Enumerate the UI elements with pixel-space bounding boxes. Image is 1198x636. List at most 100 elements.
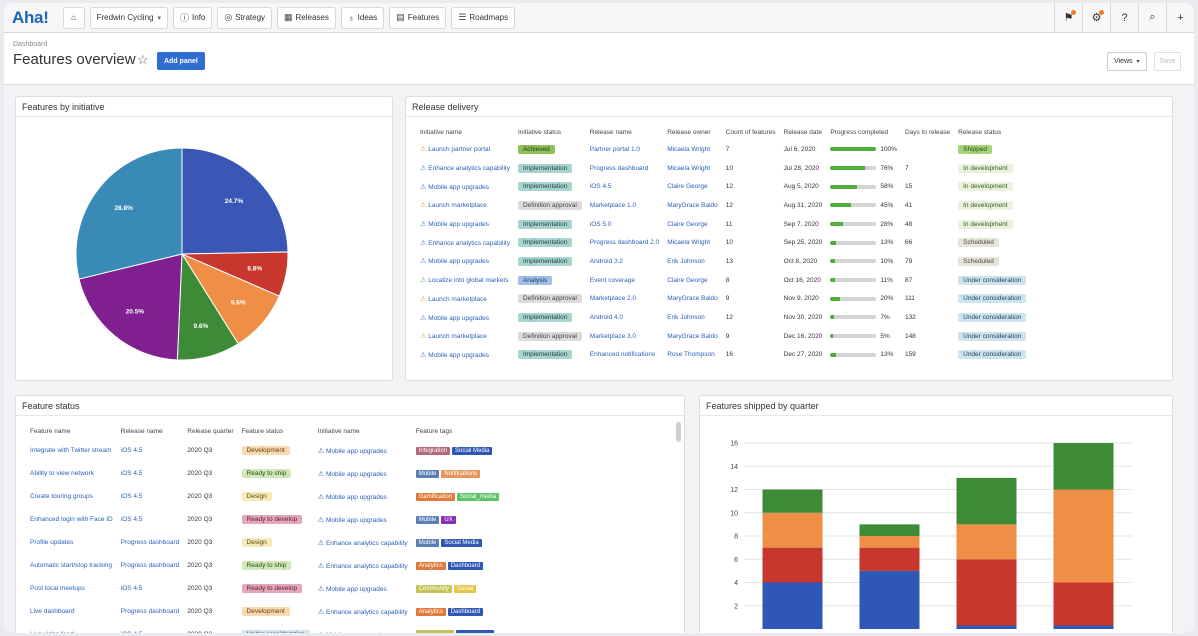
feature-link[interactable]: Ability to view network [30,470,94,477]
bar-segment[interactable] [1053,443,1114,490]
column-header[interactable]: Initiative name [416,124,514,140]
release-link[interactable]: Progress dashboard [121,608,180,615]
feature-tag[interactable]: Social Media [441,538,482,547]
owner-link[interactable]: Micaela Wright [667,146,710,153]
nav-features[interactable]: ▤ Features [389,6,447,29]
release-link[interactable]: iOS 4.5 [121,516,143,523]
column-header[interactable]: Initiative status [514,124,586,140]
initiative-link[interactable]: Enhance analytics capability [326,609,408,616]
bar-segment[interactable] [859,536,920,548]
feature-tag[interactable]: Social Media [452,446,493,455]
initiative-link[interactable]: Mobile app upgrades [428,184,489,191]
column-header[interactable]: Release date [780,124,827,140]
initiative-link[interactable]: Mobile app upgrades [428,258,489,265]
bar-segment[interactable] [1053,582,1114,626]
bar-segment[interactable] [762,547,823,583]
home-button[interactable]: ⌂ [62,6,85,29]
initiative-link[interactable]: Mobile app upgrades [428,315,489,322]
feature-link[interactable]: Profile updates [30,539,73,546]
column-header[interactable]: Release name [117,423,184,439]
initiative-link[interactable]: Launch marketplace [428,202,487,209]
feature-tag[interactable]: Analytics [415,607,446,616]
bar-segment[interactable] [956,524,1017,560]
initiative-link[interactable]: Enhance analytics capability [326,563,408,570]
release-link[interactable]: Partner portal 1.0 [590,146,640,153]
feature-tag[interactable]: Community [415,584,453,593]
nav-info[interactable]: ⓘ Info [173,6,213,29]
feature-tag[interactable]: Dashboard [447,607,484,616]
initiative-link[interactable]: Mobile app upgrades [428,352,489,359]
column-header[interactable]: Feature status [238,423,314,439]
initiative-link[interactable]: Enhance analytics capability [326,540,408,547]
column-header[interactable]: Release owner [663,124,722,140]
owner-link[interactable]: Claire George [667,183,707,190]
owner-link[interactable]: Rose Thompson [667,351,715,358]
initiative-link[interactable]: Mobile app upgrades [326,471,387,478]
release-link[interactable]: iOS 5.0 [590,221,612,228]
feature-tag[interactable] [415,629,454,633]
initiative-link[interactable]: Launch partner portal [428,146,490,153]
star-icon[interactable]: ☆ [137,52,149,68]
release-link[interactable]: Marketplace 3.0 [590,333,636,340]
initiative-link[interactable]: Enhance analytics capability [428,240,510,247]
release-link[interactable]: Progress dashboard [590,165,649,172]
column-header[interactable]: Feature tags [412,423,505,439]
release-link[interactable]: iOS 4.5 [121,447,143,454]
release-link[interactable]: iOS 4.5 [121,585,143,592]
save-button[interactable]: Save [1154,52,1181,71]
bar-segment[interactable] [956,477,1017,525]
column-header[interactable]: Progress completed [826,124,901,140]
bar-segment[interactable] [762,582,823,630]
initiative-link[interactable]: Mobile app upgrades [326,448,387,455]
initiative-link[interactable]: Mobile app upgrades [326,586,387,593]
owner-link[interactable]: Claire George [667,221,707,228]
bar-segment[interactable] [956,625,1017,629]
column-header[interactable]: Feature name [26,423,117,439]
feature-link[interactable]: Post local meetups [30,585,85,592]
feature-tag[interactable]: Social_media [457,492,500,501]
feature-tag[interactable]: Mobile [415,469,440,478]
add-button[interactable]: + [1166,3,1194,33]
feature-tag[interactable]: Mobile [415,538,440,547]
initiative-link[interactable]: Mobile app upgrades [428,221,489,228]
scrollbar[interactable] [676,422,681,442]
owner-link[interactable]: Claire George [667,277,707,284]
release-link[interactable]: iOS 4.5 [121,493,143,500]
release-link[interactable]: Progress dashboard [121,539,180,546]
workspace-select[interactable]: Fredwin Cycling ▾ [89,6,168,29]
release-link[interactable]: iOS 4.5 [121,470,143,477]
settings-button[interactable]: ⚙ [1082,3,1110,33]
release-link[interactable]: iOS 4.5 [590,183,612,190]
feature-tag[interactable]: Mobile [415,515,440,524]
initiative-link[interactable]: Launch marketplace [428,296,487,303]
feature-link[interactable]: Enhanced login with Face ID [30,516,113,523]
column-header[interactable]: Release status [954,124,1030,140]
release-link[interactable]: Progress dashboard [121,562,180,569]
nav-strategy[interactable]: ◎ Strategy [217,6,273,29]
feature-link[interactable]: Create touring groups [30,493,93,500]
feature-tag[interactable]: Social [454,584,477,593]
release-link[interactable]: Enhanced notifications [590,351,655,358]
feature-link[interactable]: Automatic start/stop tracking [30,562,112,569]
nav-releases[interactable]: ▦ Releases [277,6,336,29]
feature-link[interactable]: Live video feed [30,631,74,633]
nav-roadmaps[interactable]: ☰ Roadmaps [451,6,516,29]
bar-segment[interactable] [859,547,920,571]
owner-link[interactable]: MaryGrace Baldo [667,333,718,340]
feature-link[interactable]: Integrate with Twitter stream [30,447,112,454]
help-button[interactable]: ? [1110,3,1138,33]
breadcrumb[interactable]: Dashboard [13,41,47,48]
feature-link[interactable]: Live dashboard [30,608,74,615]
release-link[interactable]: Android 4.0 [590,314,623,321]
owner-link[interactable]: MaryGrace Baldo [667,295,718,302]
feature-tag[interactable]: Integration [415,446,451,455]
nav-ideas[interactable]: ♁ Ideas [340,6,385,29]
release-link[interactable]: Android 3.2 [590,258,623,265]
views-dropdown[interactable]: Views ▾ [1107,52,1147,71]
initiative-link[interactable]: Launch marketplace [428,333,487,340]
release-link[interactable]: Marketplace 2.0 [590,295,636,302]
release-link[interactable]: Progress dashboard 2.0 [590,239,659,246]
bar-segment[interactable] [859,570,920,629]
initiative-link[interactable]: Localize into global markets [428,277,508,284]
column-header[interactable]: Count of features [722,124,780,140]
